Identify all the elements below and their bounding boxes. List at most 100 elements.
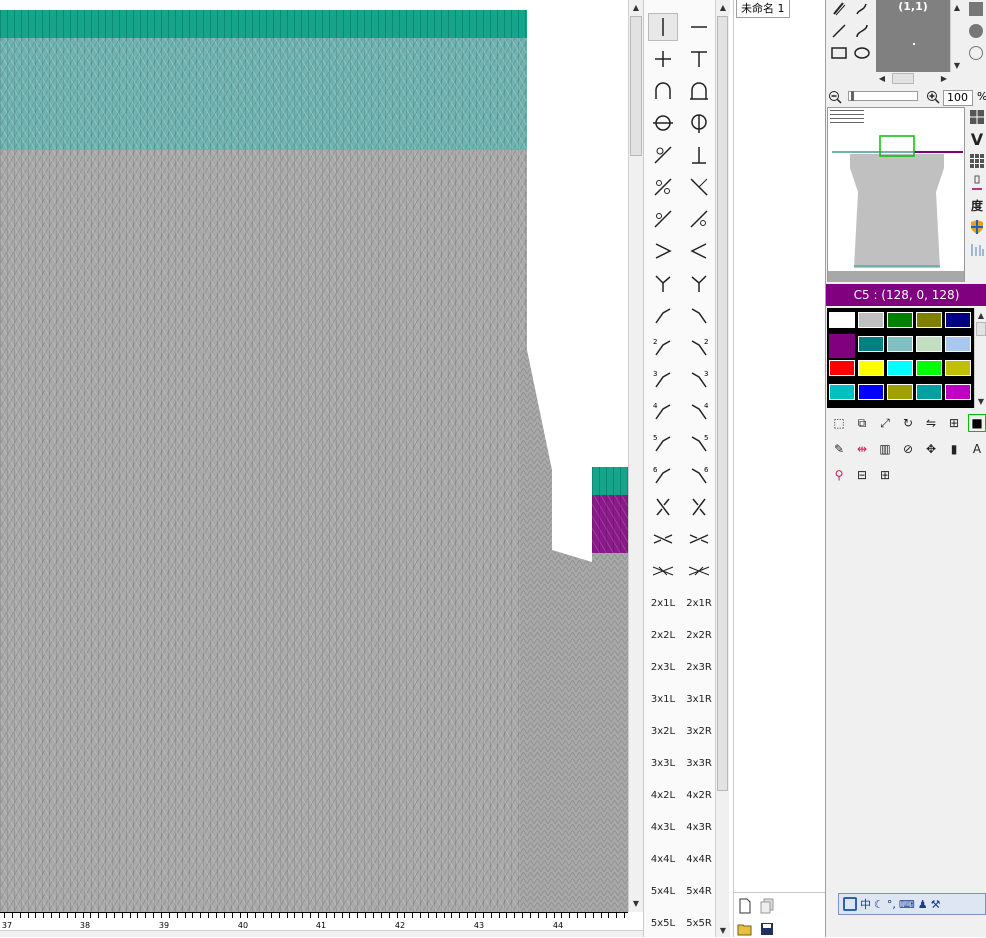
color-swatch[interactable] (916, 312, 942, 328)
resize-icon[interactable]: ⤢ (876, 414, 894, 432)
stitch-panel-scrollbar[interactable]: ▲ ▼ (715, 0, 730, 937)
ime-mode-label[interactable]: 中 (860, 896, 871, 912)
cable-stitch-button[interactable]: 2x2L (648, 621, 678, 649)
knit-canvas[interactable] (0, 0, 628, 912)
cable-stitch-button[interactable]: 3x3R (684, 749, 714, 777)
zoom-in-icon[interactable] (924, 88, 942, 106)
color-swatch[interactable] (829, 384, 855, 400)
outline-circle-icon[interactable] (969, 46, 983, 60)
color-swatch[interactable] (887, 312, 913, 328)
stitch-scroll-down-icon[interactable]: ▼ (716, 923, 730, 937)
cable-stitch-button[interactable]: 5x5R (684, 909, 714, 937)
stitch-symbol-button[interactable] (648, 109, 678, 137)
cable-stitch-button[interactable]: 3x2R (684, 717, 714, 745)
open-folder-icon[interactable] (736, 920, 754, 938)
stitch-symbol-button[interactable] (684, 301, 714, 329)
cable-stitch-button[interactable]: 5x4R (684, 877, 714, 905)
cable-stitch-button[interactable]: 3x1L (648, 685, 678, 713)
split-icon[interactable]: ▥ (876, 440, 894, 458)
stitch-symbol-button[interactable]: 3 (684, 365, 714, 393)
eyedropper-icon[interactable]: ✎ (830, 440, 848, 458)
color-swatch[interactable] (916, 384, 942, 400)
v-neck-icon[interactable]: V (968, 130, 986, 149)
grid-view-icon[interactable] (968, 108, 986, 126)
zoom-out-icon[interactable] (826, 88, 844, 106)
stitch-symbol-button[interactable] (648, 45, 678, 73)
fill-square-icon[interactable] (969, 2, 983, 16)
zoom-value-field[interactable]: 100 (943, 90, 973, 106)
stitch-symbol-button[interactable] (684, 557, 714, 585)
stitch-symbol-button[interactable]: 5 (648, 429, 678, 457)
cable-stitch-button[interactable]: 3x2L (648, 717, 678, 745)
stitch-symbol-button[interactable] (684, 77, 714, 105)
cable-stitch-button[interactable]: 2x2R (684, 621, 714, 649)
cable-stitch-button[interactable]: 2x1R (684, 589, 714, 617)
degree-icon[interactable]: 度 (968, 196, 986, 214)
stitch-symbol-button[interactable] (684, 525, 714, 553)
stitch-symbol-button[interactable] (648, 493, 678, 521)
shield-icon[interactable] (968, 218, 986, 236)
preview-scroll-up-icon[interactable]: ▲ (951, 0, 963, 14)
garment-thumbnail[interactable] (827, 107, 965, 282)
canvas-vscrollbar[interactable]: ▲ ▼ (628, 0, 643, 912)
brush-icon[interactable] (853, 0, 871, 18)
stitch-symbol-button[interactable] (648, 269, 678, 297)
bars-icon[interactable] (968, 240, 986, 258)
color-swatch[interactable] (829, 334, 855, 358)
stitch-symbol-button[interactable] (684, 45, 714, 73)
stitch-symbol-button[interactable] (684, 269, 714, 297)
stitch-symbol-button[interactable] (648, 557, 678, 585)
ellipse-tool-icon[interactable] (853, 44, 871, 62)
new-document-icon[interactable] (736, 897, 754, 915)
stitch-symbol-button[interactable] (684, 173, 714, 201)
cable-stitch-button[interactable]: 2x3L (648, 653, 678, 681)
palette-scroll-up-icon[interactable]: ▲ (975, 308, 986, 322)
cable-stitch-button[interactable]: 5x4L (648, 877, 678, 905)
preview-scroll-right-icon[interactable]: ▶ (938, 72, 950, 85)
cable-stitch-button[interactable]: 2x3R (684, 653, 714, 681)
ime-logo-icon[interactable] (843, 897, 857, 911)
stitch-symbol-button[interactable] (684, 13, 714, 41)
pin-tool-icon[interactable]: ⚲ (830, 466, 848, 484)
stitch-symbol-button[interactable] (684, 493, 714, 521)
scroll-up-arrow-icon[interactable]: ▲ (629, 0, 643, 14)
palette-scroll-thumb[interactable] (976, 322, 986, 336)
stitch-symbol-button[interactable] (648, 13, 678, 41)
save-disk-icon[interactable] (758, 920, 776, 938)
stitch-symbol-button[interactable] (648, 173, 678, 201)
rectangle-tool-icon[interactable] (830, 44, 848, 62)
no-color-icon[interactable]: ⊘ (899, 440, 917, 458)
cable-stitch-button[interactable]: 4x3R (684, 813, 714, 841)
ime-toolbar[interactable]: 中 ☾ °, ⌨ ♟ ⚒ (838, 893, 986, 915)
copy-document-icon[interactable] (758, 897, 776, 915)
rotate-360-icon[interactable]: ↻ (899, 414, 917, 432)
keyboard-icon[interactable]: ⌨ (899, 898, 915, 911)
color-swatch[interactable] (858, 384, 884, 400)
text-tool-icon[interactable]: A (968, 440, 986, 458)
fill-circle-icon[interactable] (969, 24, 983, 38)
preview-vscrollbar[interactable]: ▲ ▼ (950, 0, 963, 72)
stitch-symbol-button[interactable]: 5 (684, 429, 714, 457)
color-swatch[interactable] (887, 384, 913, 400)
preview-hscrollbar[interactable]: ◀ ▶ (876, 72, 950, 85)
cable-stitch-button[interactable]: 2x1L (648, 589, 678, 617)
color-swatch[interactable] (887, 336, 913, 352)
stitch-symbol-button[interactable] (684, 237, 714, 265)
grid-icon[interactable]: ⊞ (945, 414, 963, 432)
color-swatch[interactable] (916, 336, 942, 352)
cable-stitch-button[interactable]: 4x4R (684, 845, 714, 873)
chart-icon[interactable]: ▮ (945, 440, 963, 458)
select-icon[interactable]: ⬚ (830, 414, 848, 432)
stitch-symbol-button[interactable]: 6 (684, 461, 714, 489)
stitch-symbol-button[interactable] (648, 301, 678, 329)
punctuation-icon[interactable]: °, (887, 898, 896, 911)
user-icon[interactable]: ♟ (918, 898, 928, 911)
stitch-symbol-button[interactable] (684, 109, 714, 137)
flip-icon[interactable]: ⇋ (922, 414, 940, 432)
stitch-symbol-button[interactable]: 6 (648, 461, 678, 489)
stitch-scroll-up-icon[interactable]: ▲ (716, 0, 730, 14)
tile-grid-icon[interactable] (968, 152, 986, 170)
palette-scrollbar[interactable]: ▲ ▼ (974, 308, 986, 408)
color-swatch[interactable] (829, 312, 855, 328)
stitch-symbol-button[interactable] (648, 77, 678, 105)
